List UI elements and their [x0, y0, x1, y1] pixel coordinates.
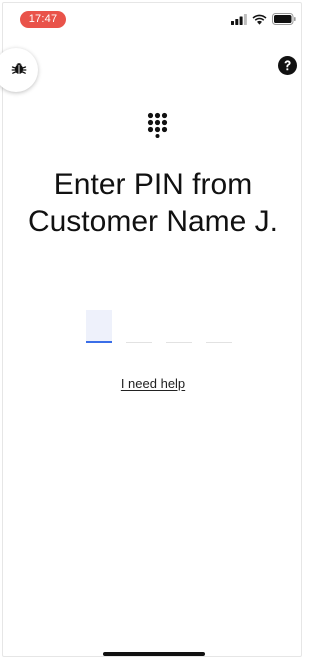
status-time: 17:47 [20, 11, 66, 28]
bug-icon [11, 60, 27, 81]
page-title: Enter PIN from Customer Name J. [27, 168, 279, 238]
status-icons [231, 12, 296, 26]
cellular-signal-icon [231, 13, 247, 25]
pin-digit-1[interactable] [86, 310, 112, 343]
wifi-icon [252, 14, 267, 25]
keypad-icon [147, 112, 173, 138]
need-help-link[interactable]: I need help [0, 376, 306, 392]
home-indicator[interactable] [103, 652, 205, 656]
battery-icon [272, 13, 296, 25]
pin-digit-3[interactable] [166, 310, 192, 343]
pin-digit-4[interactable] [206, 310, 232, 343]
pin-digit-2[interactable] [126, 310, 152, 343]
question-circle-icon [277, 56, 297, 80]
help-button[interactable] [277, 56, 297, 80]
pin-input[interactable] [86, 310, 232, 344]
